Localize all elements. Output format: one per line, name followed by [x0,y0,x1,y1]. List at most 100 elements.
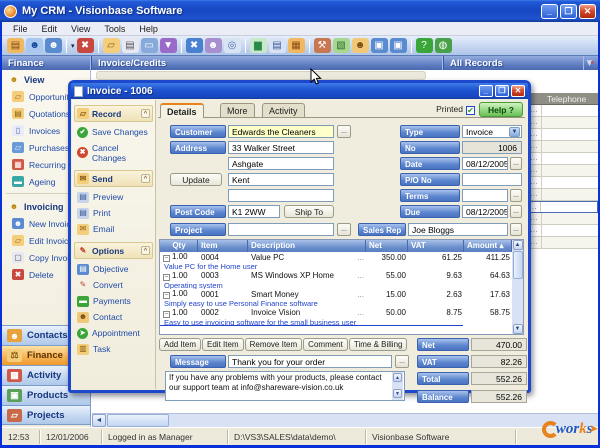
dropdown-caret-icon[interactable]: ▾ [71,42,75,50]
scroll-left-arrow[interactable]: ◄ [92,414,106,427]
type-select[interactable]: Invoice ▼ [462,125,522,138]
terms-field[interactable] [462,189,508,202]
dialog-action-email[interactable]: ✉Email [72,221,155,237]
dialog-close-button[interactable]: ✕ [511,85,525,97]
dialog-title-bar[interactable]: Invoice - 1006 _ ❐ ✕ [71,83,528,99]
help-icon[interactable]: ? [416,38,433,53]
collapse-chevron-icon[interactable]: ^ [141,109,150,118]
address-line4-field[interactable] [228,189,334,202]
web-icon[interactable]: ◍ [435,38,452,53]
ship-to-button[interactable]: Ship To [284,205,334,218]
date-field[interactable]: 08/12/2005 [462,157,508,170]
collapse-chevron-icon[interactable]: ^ [141,174,150,183]
chart-icon[interactable]: ▆ [250,38,267,53]
textarea-scroll-up[interactable]: ▲ [393,373,402,382]
report-icon[interactable]: ▤ [269,38,286,53]
date-picker-button[interactable]: ... [510,157,522,170]
invoice-item-row[interactable]: –1.000003MS Windows XP Home...55.009.636… [160,271,516,281]
column-header-vat[interactable]: VAT [408,240,464,252]
due-date-field[interactable]: 08/12/2005 [462,205,508,218]
invoice-item-row[interactable]: –1.000004Value PC...350.0061.25411.25 [160,252,516,262]
scrollbar-thumb[interactable] [107,414,169,427]
tools-icon[interactable]: ⚒ [314,38,331,53]
card-icon[interactable]: ▭ [141,38,158,53]
filter-funnel-icon[interactable]: ▼ [160,38,177,53]
dialog-minimize-button[interactable]: _ [479,85,493,97]
column-header-description[interactable]: Description [248,240,366,252]
scroll-down-arrow[interactable]: ▼ [513,324,523,334]
postcode-field[interactable]: K1 2WW [228,205,280,218]
button-remove-item[interactable]: Remove Item [245,338,303,351]
nav-button-projects[interactable]: ▱Projects [2,405,91,425]
due-date-picker-button[interactable]: ... [510,205,522,218]
textarea-scrollbar[interactable]: ▲ ▼ [392,372,403,400]
invoice-item-row[interactable]: –1.000001Smart Money...15.002.6317.63 [160,289,516,299]
chevron-down-icon[interactable]: ▼ [509,127,520,137]
sales-rep-lookup-button[interactable]: ... [510,223,522,236]
menu-edit[interactable]: Edit [35,24,65,34]
open-folder-icon[interactable]: ▱ [103,38,120,53]
button-time-billing[interactable]: Time & Billing [349,338,408,351]
items-table-scrollbar[interactable]: ▲ ▼ [512,239,524,335]
tab-activity[interactable]: Activity [262,103,305,118]
tab-details[interactable]: Details [160,103,204,118]
users-group-icon[interactable]: ☻ [26,38,43,53]
group-add-icon[interactable]: ☻ [352,38,369,53]
column-header-net[interactable]: Net [366,240,408,252]
button-add-item[interactable]: Add Item [159,338,201,351]
address-line2-field[interactable]: Ashgate [228,157,334,170]
dialog-action-objective[interactable]: ▤Objective [72,261,155,277]
search-icon[interactable]: ◎ [224,38,241,53]
add-contact-icon[interactable]: ☻ [45,38,62,53]
map-icon[interactable]: ▧ [333,38,350,53]
customer-field[interactable]: Edwards the Cleaners [228,125,334,138]
dialog-action-payments[interactable]: ▬Payments [72,293,155,309]
message-body-textarea[interactable]: If you have any problems with your produ… [165,371,405,401]
menu-tools[interactable]: Tools [97,24,132,34]
menu-file[interactable]: File [6,24,35,34]
collapse-row-icon[interactable]: – [163,292,170,299]
maximize-button[interactable]: ❐ [560,4,577,19]
project-lookup-button[interactable]: ... [337,223,351,236]
collapse-chevron-icon[interactable]: ^ [141,246,150,255]
textarea-scroll-down[interactable]: ▼ [393,389,402,398]
help-button[interactable]: Help ? [479,102,523,117]
delete-record-icon[interactable]: ✖ [77,38,94,53]
tab-more[interactable]: More [220,103,255,118]
printed-checkbox[interactable]: ✔ [466,106,475,115]
dialog-maximize-button[interactable]: ❐ [495,85,509,97]
grid-column-telephone[interactable]: Telephone [547,94,586,104]
notes-icon[interactable]: ▤ [122,38,139,53]
workstation-icon[interactable]: ▣ [390,38,407,53]
column-header-amount[interactable]: Amount ▴ [464,240,512,252]
delete-x-icon[interactable]: ✖ [186,38,203,53]
invoice-items-table[interactable]: QtyItemDescriptionNetVATAmount ▴ –1.0000… [159,239,517,335]
customer-lookup-button[interactable]: ... [337,125,351,138]
horizontal-scrollbar[interactable]: ◄ [92,413,598,427]
minimize-button[interactable]: _ [541,4,558,19]
find-contact-icon[interactable]: ☻ [205,38,222,53]
filter-funnel-icon[interactable]: ▼● [584,56,594,70]
dialog-action-cancel-changes[interactable]: ✖Cancel Changes [72,140,155,165]
button-comment[interactable]: Comment [303,338,348,351]
message-field[interactable]: Thank you for your order [228,355,392,368]
message-lookup-button[interactable]: ... [395,355,409,368]
collapse-row-icon[interactable]: – [163,311,170,318]
dialog-action-print[interactable]: ▤Print [72,205,155,221]
collapse-row-icon[interactable]: – [163,255,170,262]
update-button[interactable]: Update [170,173,222,186]
scroll-up-arrow[interactable]: ▲ [513,240,523,250]
collapse-row-icon[interactable]: – [163,274,170,281]
contacts-book-icon[interactable]: ▤ [7,38,24,53]
menu-help[interactable]: Help [132,24,165,34]
dialog-action-save-changes[interactable]: ✔Save Changes [72,124,155,140]
address-line3-field[interactable]: Kent [228,173,334,186]
dialog-action-task[interactable]: ▥Task [72,341,155,357]
items-scrollbar-thumb[interactable] [513,251,523,279]
dialog-action-convert[interactable]: ✎Convert [72,277,155,293]
po-number-field[interactable] [462,173,522,186]
dialog-action-preview[interactable]: ▤Preview [72,189,155,205]
column-header-item[interactable]: Item [198,240,248,252]
column-header-qty[interactable]: Qty [160,240,198,252]
close-button[interactable]: ✕ [579,4,596,19]
